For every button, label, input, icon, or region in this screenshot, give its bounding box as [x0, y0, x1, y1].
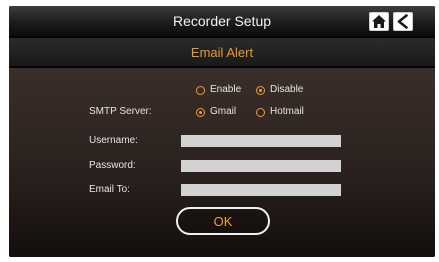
disable-radio[interactable] — [256, 86, 265, 95]
username-label: Username: — [89, 135, 138, 146]
gmail-radio[interactable] — [196, 108, 205, 117]
smtp-server-label: SMTP Server: — [89, 106, 152, 117]
email-to-field[interactable] — [181, 184, 341, 196]
title-bar: Recorder Setup — [9, 6, 435, 36]
username-field[interactable] — [181, 135, 341, 147]
disable-label[interactable]: Disable — [270, 84, 303, 95]
email-to-label: Email To: — [89, 184, 130, 195]
section-title: Email Alert — [190, 45, 254, 60]
ok-button[interactable]: OK — [176, 207, 270, 235]
back-arrow-icon — [397, 14, 408, 29]
hotmail-label[interactable]: Hotmail — [270, 106, 304, 117]
home-button[interactable] — [369, 12, 389, 31]
back-button[interactable] — [393, 12, 413, 31]
enable-label[interactable]: Enable — [210, 84, 241, 95]
enable-radio[interactable] — [196, 86, 205, 95]
home-icon — [372, 15, 386, 28]
section-header: Email Alert — [9, 38, 435, 66]
gmail-label[interactable]: Gmail — [210, 106, 236, 117]
password-field[interactable] — [181, 160, 341, 172]
hotmail-radio[interactable] — [256, 108, 265, 117]
ok-button-label: OK — [213, 214, 233, 229]
recorder-screen: Recorder Setup Email Alert Enable Disabl… — [9, 6, 435, 257]
password-label: Password: — [89, 160, 136, 171]
